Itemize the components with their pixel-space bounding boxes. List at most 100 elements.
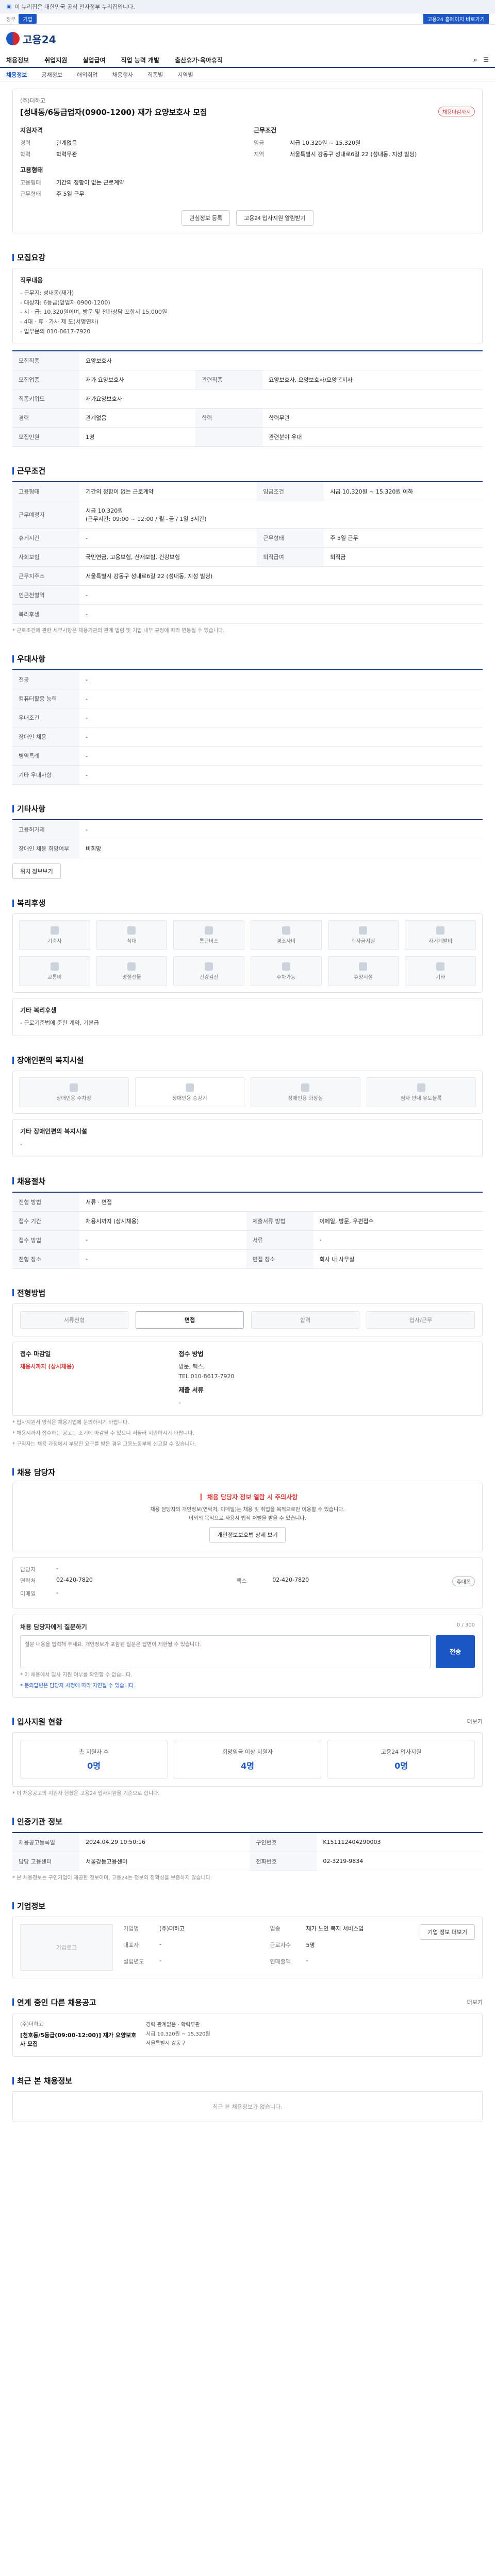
contact-key: 이메일: [20, 1590, 36, 1597]
emp-key: 근무형태: [20, 191, 41, 197]
location-button[interactable]: 위치 정보보기: [12, 863, 61, 879]
documents-heading: 제출 서류: [178, 1386, 204, 1394]
hire-section-title: 채용절차: [12, 1176, 483, 1187]
row-key: 담당 고용센터: [12, 1852, 79, 1871]
contact-key: 담당자: [20, 1566, 36, 1573]
benefit-item: 통근버스: [173, 920, 244, 951]
privacy-law-button[interactable]: 개인정보보호법 상세 보기: [209, 1527, 286, 1543]
stat-card: 희망임금 이상 지원자 4명: [174, 1739, 321, 1779]
row-key: 접수 기간: [12, 1211, 79, 1231]
applicants-note: * 이 채용공고의 지원자 현황은 고용24 입사지원을 기준으로 합니다.: [12, 1790, 160, 1797]
table-row: 모집업종 재가 요양보호사 관련직종 요양보호사, 요양보호사/요양복지사: [12, 370, 483, 390]
gov-notice-text: 이 누리집은 대한민국 공식 전자정부 누리집입니다.: [14, 3, 135, 10]
privacy-warning: ❗ 채용 담당자 정보 열람 시 주의사항 채용 담당자의 개인정보(연락처, …: [12, 1482, 483, 1552]
agency-note: * 본 채용정보는 구인기업이 제공한 정보이며, 고용24는 정보의 정확성을…: [12, 1875, 212, 1881]
extra-facility-text: -: [20, 1141, 22, 1148]
row-key: 사회보험: [12, 547, 79, 567]
qualification-summary: 지원자격 경력 관계없음 학력 학력무관 고용형태 고용형태 기간의 정함이 없는 근…: [20, 126, 241, 201]
qualification-heading: 지원자격: [20, 127, 43, 134]
sub-bar: 정부 기업 고용24 홈페이지 바로가기: [0, 13, 495, 25]
table-row: 복리후생 -: [12, 604, 483, 624]
subnav-item-overseas[interactable]: 해외취업: [77, 71, 97, 79]
row-value: -: [79, 746, 483, 766]
recruit-section-title: 모집요강: [12, 252, 483, 263]
menu-icon[interactable]: ☰: [483, 56, 489, 64]
misc-table: 고용허가제 - 장애인 채용 희망여부 비희망: [12, 819, 483, 859]
nav-item-employment-support[interactable]: 취업지원: [44, 56, 67, 64]
row-key: 면접 장소: [246, 1249, 314, 1269]
row-value: -: [79, 1230, 246, 1250]
subnav-item-by-region[interactable]: 지역별: [177, 71, 193, 79]
steps-title-text: 전형방법: [17, 1288, 46, 1298]
viewed-title-text: 최근 본 채용정보: [17, 2076, 73, 2086]
enterprise-button[interactable]: 기업: [19, 14, 37, 24]
row-value: 재가 요양보호사: [79, 370, 196, 390]
book-icon: [436, 926, 445, 935]
etc-icon: [436, 962, 445, 971]
deadline-badge: 채용마감까지: [438, 107, 475, 116]
row-value: -: [79, 528, 257, 548]
gov-label[interactable]: 정부: [6, 15, 15, 23]
row-value: 퇴직금: [324, 547, 483, 567]
manager-contact-box: 담당자 - 연락처 02-420-7820 팩스 02-420-7820 휴대폰 이메…: [12, 1557, 483, 1608]
steps-note: * 구직자는 채용 과정에서 부당한 요구를 받은 경우 고용노동부에 신고할 …: [12, 1441, 196, 1447]
row-key: 컴퓨터활용 능력: [12, 689, 79, 709]
benefit-item: 학자금지원: [327, 920, 399, 951]
subnav-item-jobs[interactable]: 채용정보: [6, 71, 27, 79]
disability-grid: 장애인용 주차장 장애인용 승강기 장애인용 화장실 점자 안내 유도블록: [12, 1071, 483, 1114]
nav-item-leave[interactable]: 출산휴가·육아휴직: [175, 56, 223, 64]
alert-button[interactable]: 고용24 입사지원 알림받기: [236, 210, 314, 226]
home-link[interactable]: 고용24 홈페이지 바로가기: [423, 14, 489, 24]
row-value: 2024.04.29 10:50:16: [79, 1832, 250, 1852]
title-bar: [12, 1902, 14, 1910]
extra-benefits-heading: 기타 복리후생: [20, 1007, 57, 1014]
site-logo[interactable]: 고용24: [6, 31, 56, 46]
logo-text: 고용24: [23, 33, 56, 46]
row-value: 학력무관: [262, 408, 483, 428]
steps-section-title: 전형방법: [12, 1287, 483, 1298]
nav-item-jobs[interactable]: 채용정보: [6, 56, 29, 64]
company-key: 대표자: [123, 1941, 139, 1948]
question-input[interactable]: [20, 1635, 431, 1668]
company-value: 재가 노인 복지 서비스업: [306, 1925, 364, 1932]
table-row: 고용허가제 -: [12, 820, 483, 840]
row-value: 시급 10,320원 ~ 15,320원 이하: [324, 482, 483, 502]
parking-icon: [282, 962, 290, 971]
nav-item-training[interactable]: 직업 능력 개발: [121, 56, 160, 64]
applicants-title-text: 입사지원 현황: [17, 1717, 63, 1726]
braille-icon: [417, 1083, 425, 1092]
question-box: 채용 담당자에게 질문하기 0 / 300 전송 * 이 채용에서 입사 지원 …: [12, 1614, 483, 1698]
search-icon[interactable]: ⌕: [474, 56, 477, 64]
subnav-item-by-job[interactable]: 직종별: [147, 71, 163, 79]
nav-item-unemployment[interactable]: 실업급여: [82, 56, 105, 64]
row-key: 근무지주소: [12, 566, 79, 586]
table-row: 근무예정지 시급 10,320원 (근무시간: 09:00 ~ 12:00 / 월…: [12, 501, 483, 529]
row-key: 제출서류 방법: [246, 1211, 314, 1231]
company-box: 기업로고 기업명 (주)더하고 업종 재가 노인 복지 서비스업 대표자 - 근로자수…: [12, 1916, 483, 1978]
table-row: 병역특례 -: [12, 746, 483, 766]
misc-section-title: 기타사항: [12, 803, 483, 814]
subnav-item-public[interactable]: 공채정보: [41, 71, 62, 79]
misc-title-text: 기타사항: [17, 804, 46, 814]
company-more-button[interactable]: 기업 정보 더보기: [420, 1924, 475, 1940]
title-bar: [12, 1818, 14, 1825]
scrap-button[interactable]: 관심정보 등록: [182, 210, 230, 226]
row-value: 재가요양보호사: [79, 389, 483, 409]
table-row: 담당 고용센터 서울강동고용센터 전화번호 02-3219-9834: [12, 1852, 483, 1871]
related-more-link[interactable]: 더보기: [467, 1998, 483, 2006]
hire-table: 전형 방법 서류 · 면접 접수 기간 채용시까지 (상시채용) 제출서류 방법 이메일…: [12, 1191, 483, 1269]
table-row: 근무지주소 서울특별시 강동구 성내로6길 22 (성내동, 지성 빌딩): [12, 566, 483, 586]
title-bar: [12, 1998, 14, 2006]
row-key: 임금조건: [257, 482, 324, 502]
subnav-item-events[interactable]: 채용행사: [112, 71, 133, 79]
row-value: 이메일, 방문, 우편접수: [313, 1211, 483, 1231]
table-row: 장애인 채용 희망여부 비희망: [12, 839, 483, 859]
employment-type-heading: 고용형태: [20, 166, 43, 174]
table-row: 고용형태 기간의 정함이 없는 근로계약 임금조건 시급 10,320원 ~ 15,3…: [12, 482, 483, 502]
applicants-more-link[interactable]: 더보기: [467, 1717, 483, 1725]
related-job-card[interactable]: (주)더하고 [천호동/5등급(09:00-12:00)] 재가 요양보호사 모…: [12, 2012, 483, 2057]
alert-icon: ❗: [197, 1493, 205, 1501]
row-value: -: [79, 604, 483, 624]
send-button[interactable]: 전송: [436, 1635, 475, 1668]
benefit-grid: 기숙사 식대 통근버스 경조사비 학자금지원 자기계발비 교통비 명절선물 건강…: [12, 913, 483, 993]
